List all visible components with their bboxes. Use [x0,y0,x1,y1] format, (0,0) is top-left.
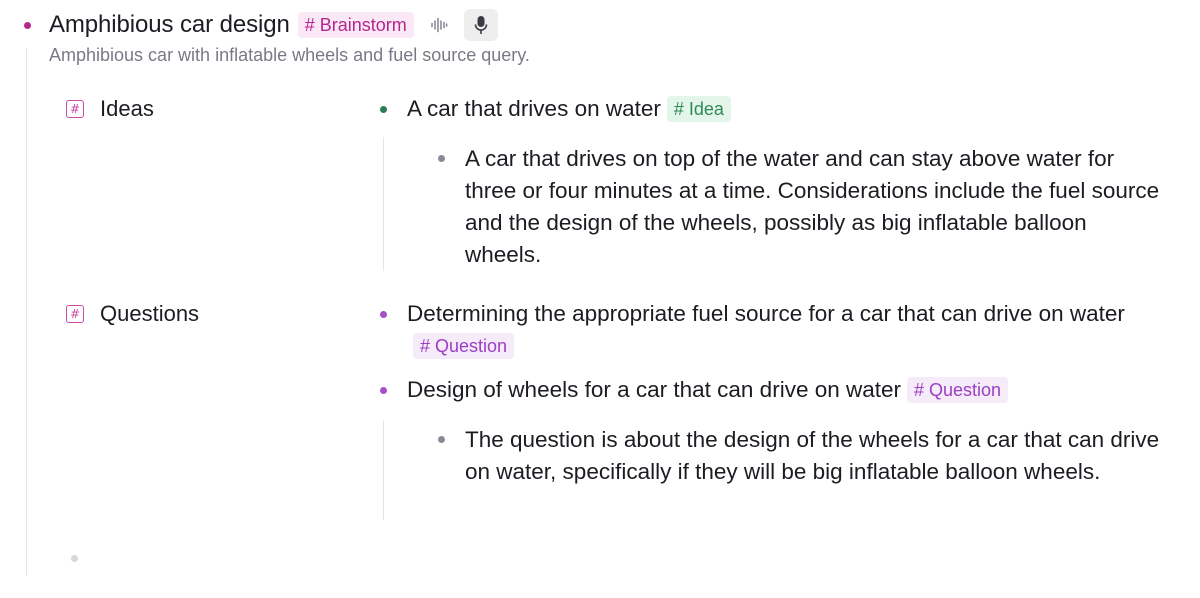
microphone-button[interactable] [463,9,498,41]
microphone-icon [474,16,488,34]
idea-indent-line [383,137,384,271]
idea-item[interactable]: A car that drives on water # Idea [407,93,1167,125]
question-item[interactable]: Determining the appropriate fuel source … [407,298,1167,362]
hash-field-icon: # [66,100,84,118]
idea-tag[interactable]: # Idea [666,96,731,122]
idea-item-text: A car that drives on water [407,96,661,121]
field-label-ideas: Ideas [100,96,154,121]
note-summary: Amphibious car with inflatable wheels an… [49,45,530,65]
root-bullet[interactable] [24,22,31,29]
question-tag[interactable]: # Question [413,333,515,359]
field-ideas[interactable]: # Ideas [66,96,154,122]
field-label-questions: Questions [100,301,200,326]
question-child-item[interactable]: The question is about the design of the … [465,424,1165,488]
question-indent-line [383,420,384,520]
field-questions[interactable]: # Questions [66,301,199,327]
note-header: Amphibious car design # Brainstorm [49,8,498,42]
question-tag[interactable]: # Question [907,377,1009,403]
idea-child-bullet[interactable] [438,155,445,162]
idea-child-item[interactable]: A car that drives on top of the water an… [465,143,1165,271]
idea-bullet[interactable] [380,106,387,113]
question-item-text: Design of wheels for a car that can driv… [407,377,902,402]
question-item[interactable]: Design of wheels for a car that can driv… [407,374,1167,406]
note-title[interactable]: Amphibious car design [49,11,290,39]
outline-page: Amphibious car design # Brainstorm Amphi… [0,0,1200,598]
new-item-bullet[interactable] [71,555,78,562]
hash-field-icon: # [66,305,84,323]
question-bullet[interactable] [380,311,387,318]
root-indent-line [26,48,27,576]
question-item-text: Determining the appropriate fuel source … [407,301,1125,326]
brainstorm-tag[interactable]: # Brainstorm [297,12,414,38]
question-child-bullet[interactable] [438,436,445,443]
audio-waveform-icon[interactable] [422,9,456,41]
question-bullet[interactable] [380,387,387,394]
